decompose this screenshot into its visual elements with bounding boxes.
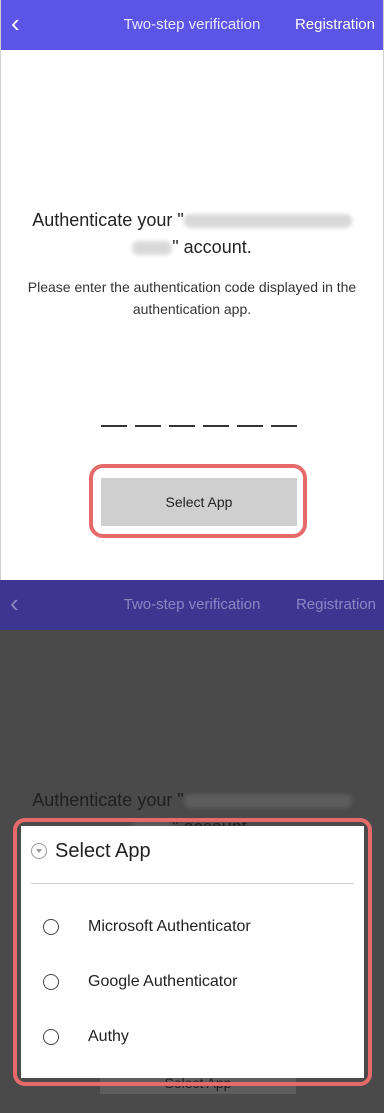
code-input[interactable]	[101, 425, 297, 429]
select-app-screen: ‹ Two-step verification Registration Aut…	[0, 580, 384, 1113]
authenticate-line-1: Authenticate your "	[1, 210, 383, 231]
code-digit-slot	[203, 425, 229, 427]
select-app-sheet: Select App Microsoft Authenticator Googl…	[21, 826, 364, 1078]
authenticate-prefix: Authenticate your "	[32, 790, 184, 810]
app-bar: ‹ Two-step verification Registration	[1, 0, 383, 50]
authenticate-line-1: Authenticate your "	[0, 790, 384, 811]
option-authy[interactable]: Authy	[21, 1020, 364, 1056]
verification-screen: ‹ Two-step verification Registration Aut…	[0, 0, 384, 580]
radio-button[interactable]	[43, 919, 59, 935]
option-label: Microsoft Authenticator	[88, 918, 251, 935]
code-digit-slot	[271, 425, 297, 427]
registration-link[interactable]: Registration	[295, 0, 375, 50]
option-microsoft-authenticator[interactable]: Microsoft Authenticator	[21, 910, 364, 946]
select-app-button[interactable]: Select App	[101, 478, 297, 526]
authenticate-suffix: " account.	[172, 237, 252, 257]
sheet-title: Select App	[55, 840, 151, 862]
radio-button[interactable]	[43, 974, 59, 990]
divider	[31, 883, 354, 884]
option-label: Authy	[88, 1028, 129, 1045]
blurred-email	[183, 214, 352, 229]
blurred-email-end	[132, 241, 173, 256]
code-digit-slot	[101, 425, 127, 427]
instructions-text: Please enter the authentication code dis…	[27, 279, 357, 317]
code-digit-slot	[169, 425, 195, 427]
authenticate-line-2: " account.	[1, 237, 383, 258]
option-label: Google Authenticator	[88, 973, 238, 990]
radio-button[interactable]	[43, 1029, 59, 1045]
chevron-down-icon[interactable]	[31, 843, 47, 859]
option-google-authenticator[interactable]: Google Authenticator	[21, 965, 364, 1001]
code-digit-slot	[237, 425, 263, 427]
sheet-header[interactable]: Select App	[21, 826, 364, 876]
code-digit-slot	[135, 425, 161, 427]
app-bar-dimmed: ‹ Two-step verification Registration	[0, 580, 384, 630]
registration-link: Registration	[295, 596, 376, 613]
authenticate-prefix: Authenticate your "	[32, 210, 184, 230]
blurred-email	[183, 794, 352, 809]
